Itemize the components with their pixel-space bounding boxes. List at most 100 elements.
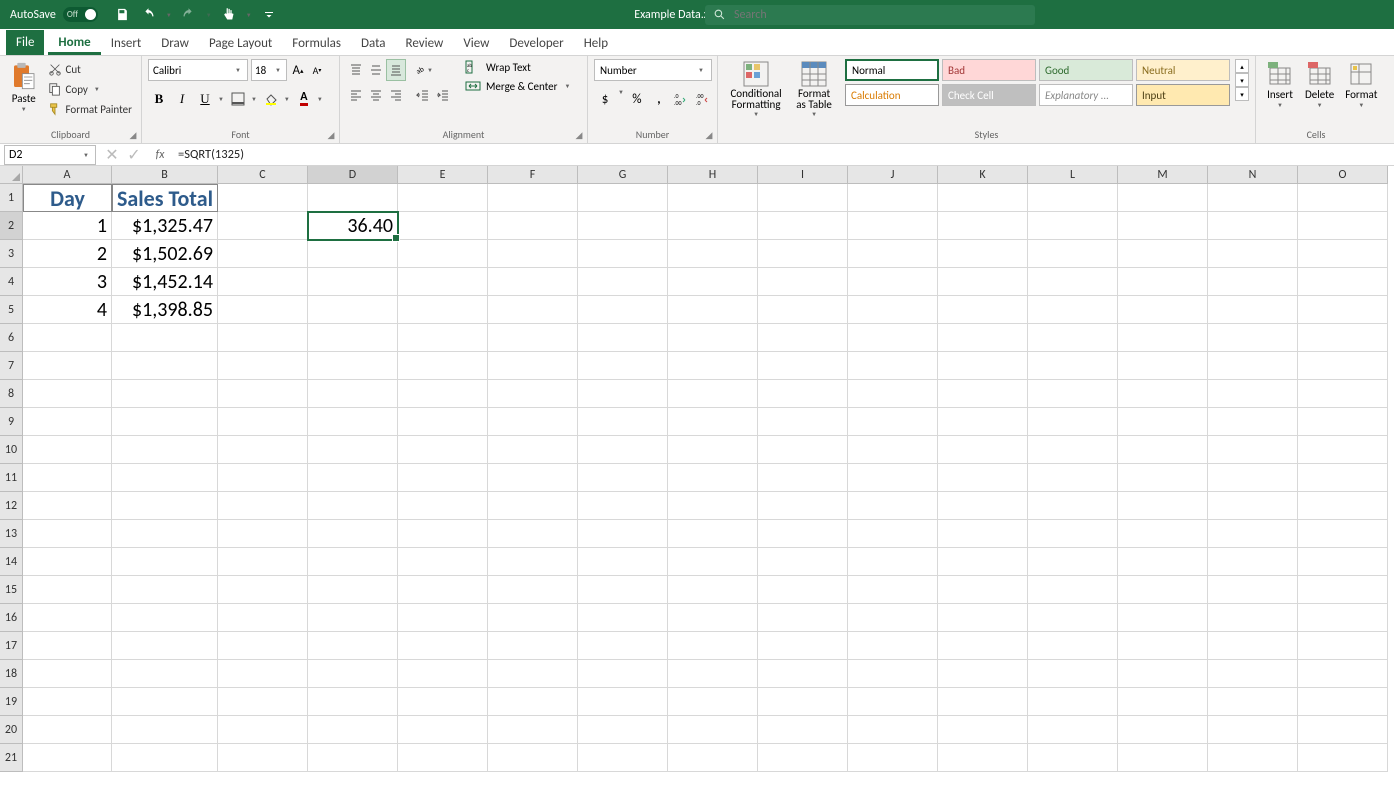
cell-G4[interactable] [578, 268, 668, 296]
alignment-dialog-launcher[interactable]: ◢ [573, 129, 585, 141]
cell-K16[interactable] [938, 604, 1028, 632]
cell-G1[interactable] [578, 184, 668, 212]
row-header-21[interactable]: 21 [0, 744, 23, 772]
row-header-19[interactable]: 19 [0, 688, 23, 716]
number-dialog-launcher[interactable]: ◢ [703, 129, 715, 141]
border-button[interactable] [227, 88, 249, 110]
cell-J15[interactable] [848, 576, 938, 604]
row-header-15[interactable]: 15 [0, 576, 23, 604]
cell-F2[interactable] [488, 212, 578, 240]
cell-C4[interactable] [218, 268, 308, 296]
cell-H10[interactable] [668, 436, 758, 464]
cell-H13[interactable] [668, 520, 758, 548]
increase-font-button[interactable]: A▴ [290, 59, 306, 81]
cell-K7[interactable] [938, 352, 1028, 380]
cell-K17[interactable] [938, 632, 1028, 660]
cell-L5[interactable] [1028, 296, 1118, 324]
cell-G9[interactable] [578, 408, 668, 436]
cell-I18[interactable] [758, 660, 848, 688]
cell-J16[interactable] [848, 604, 938, 632]
cell-N2[interactable] [1208, 212, 1298, 240]
cell-N18[interactable] [1208, 660, 1298, 688]
cell-E9[interactable] [398, 408, 488, 436]
row-header-6[interactable]: 6 [0, 324, 23, 352]
tab-file[interactable]: File [6, 30, 44, 55]
tab-home[interactable]: Home [48, 30, 100, 55]
cell-A17[interactable] [23, 632, 112, 660]
cell-D3[interactable] [308, 240, 398, 268]
cell-E3[interactable] [398, 240, 488, 268]
percent-format-button[interactable]: % [626, 88, 648, 110]
cell-K18[interactable] [938, 660, 1028, 688]
cell-K9[interactable] [938, 408, 1028, 436]
cell-H6[interactable] [668, 324, 758, 352]
cell-H4[interactable] [668, 268, 758, 296]
cell-H21[interactable] [668, 744, 758, 772]
cell-D5[interactable] [308, 296, 398, 324]
style-check-cell[interactable]: Check Cell [942, 84, 1036, 106]
font-dialog-launcher[interactable]: ◢ [325, 129, 337, 141]
cell-F11[interactable] [488, 464, 578, 492]
cell-G7[interactable] [578, 352, 668, 380]
cell-B13[interactable] [112, 520, 218, 548]
cell-K8[interactable] [938, 380, 1028, 408]
col-header-b[interactable]: B [112, 166, 218, 184]
cell-M19[interactable] [1118, 688, 1208, 716]
cell-O12[interactable] [1298, 492, 1388, 520]
align-middle-button[interactable] [366, 59, 386, 81]
tab-insert[interactable]: Insert [101, 31, 152, 55]
cell-G11[interactable] [578, 464, 668, 492]
cell-D6[interactable] [308, 324, 398, 352]
cell-F14[interactable] [488, 548, 578, 576]
cell-N15[interactable] [1208, 576, 1298, 604]
cell-J18[interactable] [848, 660, 938, 688]
cell-A18[interactable] [23, 660, 112, 688]
styles-scroll-down[interactable]: ▾ [1235, 73, 1249, 87]
cell-J6[interactable] [848, 324, 938, 352]
cell-J5[interactable] [848, 296, 938, 324]
formula-input[interactable]: =SQRT(1325) [170, 147, 1394, 162]
styles-more[interactable]: ▾ [1235, 87, 1249, 101]
row-header-11[interactable]: 11 [0, 464, 23, 492]
cell-I19[interactable] [758, 688, 848, 716]
cell-B5[interactable]: $1,398.85 [112, 296, 218, 324]
cell-B4[interactable]: $1,452.14 [112, 268, 218, 296]
cell-O21[interactable] [1298, 744, 1388, 772]
cell-G6[interactable] [578, 324, 668, 352]
cell-O7[interactable] [1298, 352, 1388, 380]
cell-N14[interactable] [1208, 548, 1298, 576]
cell-O5[interactable] [1298, 296, 1388, 324]
cell-E7[interactable] [398, 352, 488, 380]
cell-C12[interactable] [218, 492, 308, 520]
row-header-13[interactable]: 13 [0, 520, 23, 548]
align-right-button[interactable] [386, 84, 406, 106]
cell-N16[interactable] [1208, 604, 1298, 632]
cell-I7[interactable] [758, 352, 848, 380]
cell-I15[interactable] [758, 576, 848, 604]
cell-K12[interactable] [938, 492, 1028, 520]
cell-A13[interactable] [23, 520, 112, 548]
cell-C5[interactable] [218, 296, 308, 324]
cell-G16[interactable] [578, 604, 668, 632]
cell-K2[interactable] [938, 212, 1028, 240]
cell-C17[interactable] [218, 632, 308, 660]
cell-H12[interactable] [668, 492, 758, 520]
cell-L10[interactable] [1028, 436, 1118, 464]
cell-E19[interactable] [398, 688, 488, 716]
cell-I13[interactable] [758, 520, 848, 548]
cell-L15[interactable] [1028, 576, 1118, 604]
cell-O10[interactable] [1298, 436, 1388, 464]
cell-N7[interactable] [1208, 352, 1298, 380]
cell-N17[interactable] [1208, 632, 1298, 660]
style-good[interactable]: Good [1039, 59, 1133, 81]
orientation-button[interactable]: ab▼ [413, 59, 435, 81]
cell-A5[interactable]: 4 [23, 296, 112, 324]
col-header-c[interactable]: C [218, 166, 308, 184]
col-header-m[interactable]: M [1118, 166, 1208, 184]
cell-M8[interactable] [1118, 380, 1208, 408]
cell-C7[interactable] [218, 352, 308, 380]
cell-C6[interactable] [218, 324, 308, 352]
cell-J9[interactable] [848, 408, 938, 436]
autosave-toggle[interactable]: Off [63, 7, 98, 22]
cell-F10[interactable] [488, 436, 578, 464]
